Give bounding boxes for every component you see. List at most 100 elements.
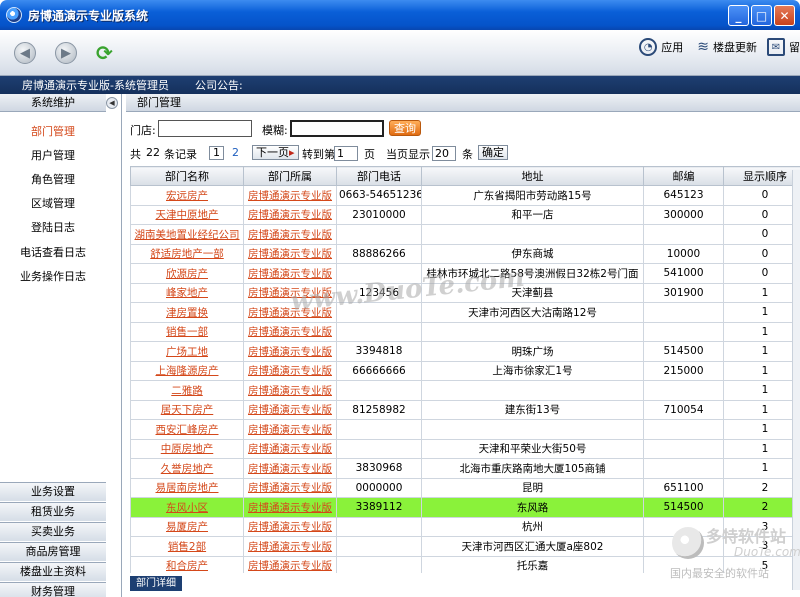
cell-dept-name[interactable]: 上海隆源房产 [130, 360, 244, 381]
apps-label[interactable]: 应用 [661, 39, 683, 55]
mail-icon[interactable]: ✉ [767, 38, 785, 56]
col-address[interactable]: 地址 [421, 166, 644, 186]
table-row[interactable]: 销售2部 房博通演示专业版 天津市河西区汇通大厦a座802 3 [130, 536, 800, 557]
cell-dept-name[interactable]: 峰家地产 [130, 282, 244, 303]
table-row[interactable]: 东风小区 房博通演示专业版 3389112 东风路 514500 2 [130, 497, 800, 518]
cell-dept-name[interactable]: 销售2部 [130, 536, 244, 557]
category-business-settings[interactable]: 业务设置 [0, 482, 106, 501]
cell-dept-name[interactable]: 湖南美地置业经纪公司 [130, 224, 244, 245]
sidebar-item-region[interactable]: 区域管理 [0, 195, 106, 211]
table-row[interactable]: 峰家地产 房博通演示专业版 123456 天津蓟县 301900 1 [130, 282, 800, 303]
table-row[interactable]: 易厦房产 房博通演示专业版 杭州 3 [130, 516, 800, 537]
cell-dept-owner[interactable]: 房博通演示专业版 [243, 341, 337, 362]
cell-dept-name[interactable]: 西安汇峰房产 [130, 419, 244, 440]
table-row[interactable]: 欣源房产 房博通演示专业版 桂林市环城北二路58号澳洲假日32栋2号门面 541000… [130, 263, 800, 284]
category-rental[interactable]: 租赁业务 [0, 502, 106, 521]
category-owner-data[interactable]: 楼盘业主资料 [0, 562, 106, 581]
page-1[interactable]: 1 [209, 146, 224, 160]
table-row[interactable]: 湖南美地置业经纪公司 房博通演示专业版 0 [130, 224, 800, 245]
sidebar-item-role[interactable]: 角色管理 [0, 171, 106, 187]
table-row[interactable]: 和合房产 房博通演示专业版 托乐嘉 5 [130, 555, 800, 573]
table-row[interactable]: 天津中原地产 房博通演示专业版 23010000 和平一店 300000 0 [130, 204, 800, 225]
table-row[interactable]: 二雅路 房博通演示专业版 1 [130, 380, 800, 401]
sidebar-item-dept[interactable]: 部门管理 [0, 123, 106, 139]
cell-dept-owner[interactable]: 房博通演示专业版 [243, 458, 337, 479]
query-button[interactable]: 查询 [389, 120, 421, 136]
category-finance[interactable]: 财务管理 [0, 582, 106, 597]
cell-dept-owner[interactable]: 房博通演示专业版 [243, 282, 337, 303]
cell-dept-owner[interactable]: 房博通演示专业版 [243, 360, 337, 381]
table-row[interactable]: 易居南房地产 房博通演示专业版 0000000 昆明 651100 2 [130, 477, 800, 498]
cell-dept-name[interactable]: 久誉房地产 [130, 458, 244, 479]
cell-dept-name[interactable]: 津房置换 [130, 302, 244, 323]
per-page-input[interactable]: 20 [432, 146, 456, 161]
cell-dept-owner[interactable]: 房博通演示专业版 [243, 399, 337, 420]
cell-dept-owner[interactable]: 房博通演示专业版 [243, 185, 337, 206]
cell-dept-owner[interactable]: 房博通演示专业版 [243, 477, 337, 498]
table-row[interactable]: 久誉房地产 房博通演示专业版 3830968 北海市重庆路南地大厦105商铺 1 [130, 458, 800, 479]
message-label[interactable]: 留 [789, 39, 800, 55]
cell-dept-name[interactable]: 易厦房产 [130, 516, 244, 537]
category-commercial-housing[interactable]: 商品房管理 [0, 542, 106, 561]
col-dept-name[interactable]: 部门名称 [130, 166, 244, 186]
cell-dept-name[interactable]: 欣源房产 [130, 263, 244, 284]
table-row[interactable]: 上海隆源房产 房博通演示专业版 66666666 上海市徐家汇1号 215000 1 [130, 360, 800, 381]
cell-dept-owner[interactable]: 房博通演示专业版 [243, 224, 337, 245]
table-row[interactable]: 中原房地产 房博通演示专业版 天津和平荣业大街50号 1 [130, 438, 800, 459]
table-row[interactable]: 舒适房地产一部 房博通演示专业版 88886266 伊东商城 10000 0 [130, 243, 800, 264]
table-scrollbar[interactable] [792, 170, 800, 590]
cell-dept-name[interactable]: 东风小区 [130, 497, 244, 518]
cell-dept-owner[interactable]: 房博通演示专业版 [243, 302, 337, 323]
cell-dept-owner[interactable]: 房博通演示专业版 [243, 497, 337, 518]
cell-dept-name[interactable]: 居天下房产 [130, 399, 244, 420]
maximize-button[interactable]: □ [751, 5, 772, 26]
collapse-icon[interactable]: ◀ [106, 97, 118, 109]
fuzzy-input[interactable] [290, 120, 384, 137]
dept-detail-tab[interactable]: 部门详细 [130, 576, 182, 591]
cell-dept-owner[interactable]: 房博通演示专业版 [243, 243, 337, 264]
category-trade[interactable]: 买卖业务 [0, 522, 106, 541]
cell-dept-owner[interactable]: 房博通演示专业版 [243, 321, 337, 342]
cell-dept-name[interactable]: 易居南房地产 [130, 477, 244, 498]
cell-dept-owner[interactable]: 房博通演示专业版 [243, 419, 337, 440]
table-row[interactable]: 津房置换 房博通演示专业版 天津市河西区大沽南路12号 1 [130, 302, 800, 323]
cell-dept-owner[interactable]: 房博通演示专业版 [243, 263, 337, 284]
cell-dept-name[interactable]: 中原房地产 [130, 438, 244, 459]
close-button[interactable]: ✕ [774, 5, 795, 26]
cell-dept-owner[interactable]: 房博通演示专业版 [243, 536, 337, 557]
col-dept-owner[interactable]: 部门所属 [243, 166, 337, 186]
sidebar-item-login-log[interactable]: 登陆日志 [0, 219, 106, 235]
cell-dept-name[interactable]: 舒适房地产一部 [130, 243, 244, 264]
update-label[interactable]: 楼盘更新 [713, 39, 757, 55]
refresh-icon[interactable]: ⟳ [96, 41, 113, 65]
cell-dept-name[interactable]: 二雅路 [130, 380, 244, 401]
cell-dept-owner[interactable]: 房博通演示专业版 [243, 516, 337, 537]
col-dept-phone[interactable]: 部门电话 [336, 166, 422, 186]
table-row[interactable]: 居天下房产 房博通演示专业版 81258982 建东街13号 710054 1 [130, 399, 800, 420]
minimize-button[interactable]: _ [728, 5, 749, 26]
col-postcode[interactable]: 邮编 [643, 166, 724, 186]
cell-dept-owner[interactable]: 房博通演示专业版 [243, 380, 337, 401]
confirm-button[interactable]: 确定 [478, 145, 508, 160]
cell-dept-name[interactable]: 销售一部 [130, 321, 244, 342]
next-page-button[interactable]: 下一页▸ [252, 145, 299, 160]
update-icon[interactable]: ≋ [697, 39, 709, 55]
table-row[interactable]: 广场工地 房博通演示专业版 3394818 明珠广场 514500 1 [130, 341, 800, 362]
cell-dept-owner[interactable]: 房博通演示专业版 [243, 555, 337, 573]
sidebar-header[interactable]: 系统维护 [0, 94, 106, 112]
table-row[interactable]: 宏远房产 房博通演示专业版 0663-54651236 广东省揭阳市劳动路15号 645… [130, 185, 800, 206]
cell-dept-owner[interactable]: 房博通演示专业版 [243, 204, 337, 225]
store-input[interactable] [158, 120, 252, 137]
cell-dept-owner[interactable]: 房博通演示专业版 [243, 438, 337, 459]
table-row[interactable]: 西安汇峰房产 房博通演示专业版 1 [130, 419, 800, 440]
cell-dept-name[interactable]: 和合房产 [130, 555, 244, 573]
forward-icon[interactable]: ▶ [55, 42, 77, 64]
sidebar-item-phone-log[interactable]: 电话查看日志 [0, 244, 106, 260]
cell-dept-name[interactable]: 天津中原地产 [130, 204, 244, 225]
apps-icon[interactable]: ◔ [639, 38, 658, 56]
sidebar-item-user[interactable]: 用户管理 [0, 147, 106, 163]
table-row[interactable]: 销售一部 房博通演示专业版 1 [130, 321, 800, 342]
cell-dept-name[interactable]: 广场工地 [130, 341, 244, 362]
cell-dept-name[interactable]: 宏远房产 [130, 185, 244, 206]
col-display-order[interactable]: 显示顺序 [723, 166, 800, 186]
